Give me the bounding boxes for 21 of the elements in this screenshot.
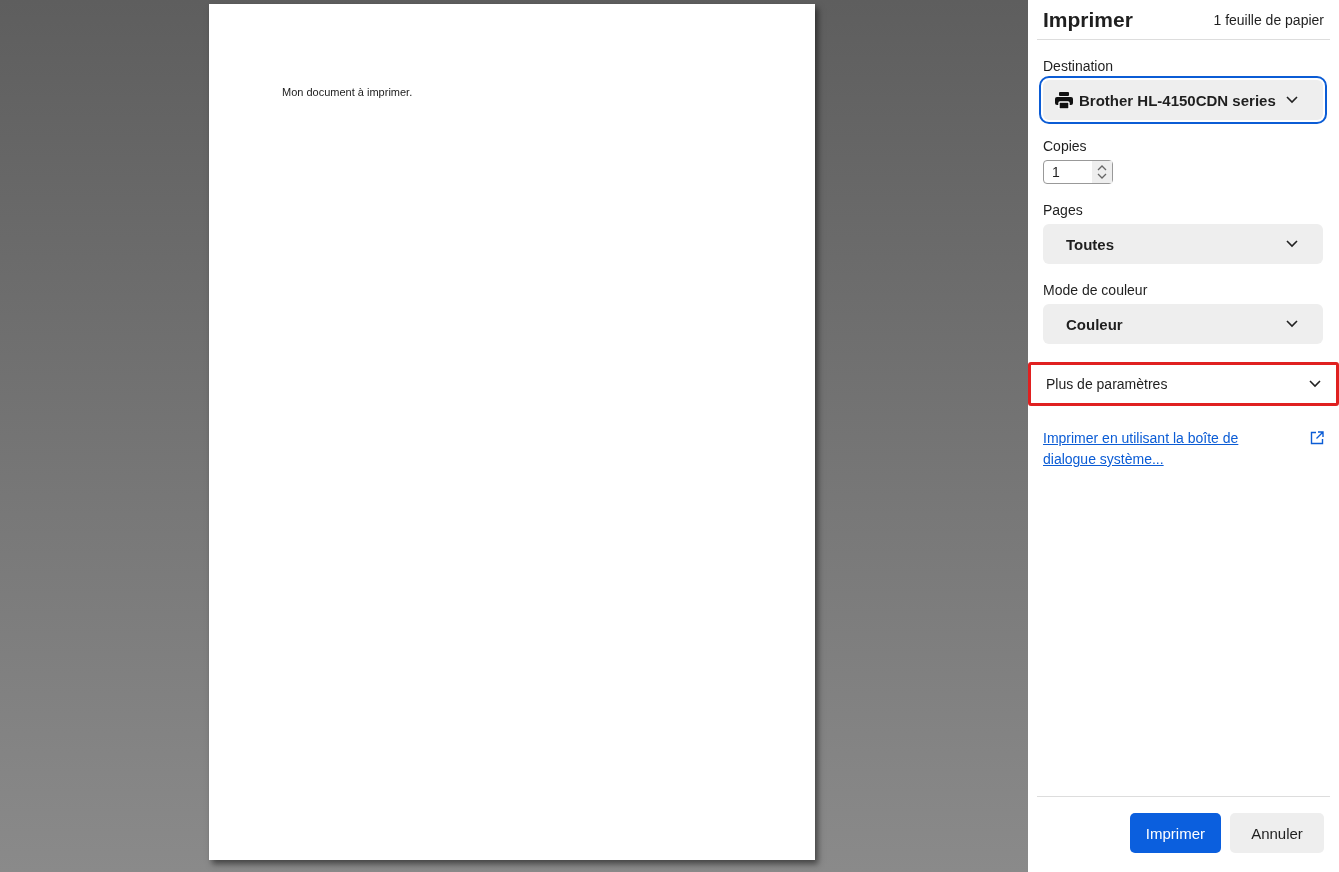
select-field[interactable]: Couleur <box>1043 304 1323 344</box>
print-button[interactable]: Imprimer <box>1129 813 1221 853</box>
sheet-count: 1 feuille de papier <box>1213 11 1324 28</box>
chevron-icon <box>1286 320 1298 328</box>
chevron-icon <box>1286 240 1298 248</box>
chevron-icon <box>1286 96 1298 104</box>
field-label: Destination <box>1043 58 1115 74</box>
system-dialog-link[interactable]: Imprimer en utilisant la boîte de dialogue système... <box>1043 428 1273 470</box>
printer-icon <box>1055 91 1073 109</box>
field-label: Copies <box>1043 138 1088 154</box>
spinner-icon[interactable] <box>1097 164 1107 180</box>
field-label: Pages <box>1043 202 1084 218</box>
copies-input[interactable]: 1 <box>1043 160 1113 184</box>
select-field[interactable]: Toutes <box>1043 224 1323 264</box>
more-settings-toggle[interactable]: Plus de paramètres <box>1028 362 1339 406</box>
cancel-button[interactable]: Annuler <box>1230 813 1324 853</box>
chevron-icon <box>1309 380 1321 388</box>
dialog-title: Imprimer <box>1043 7 1133 32</box>
external-link-icon[interactable] <box>1310 431 1324 445</box>
document-text: Mon document à imprimer. <box>282 86 413 98</box>
field-label: Mode de couleur <box>1043 282 1149 298</box>
